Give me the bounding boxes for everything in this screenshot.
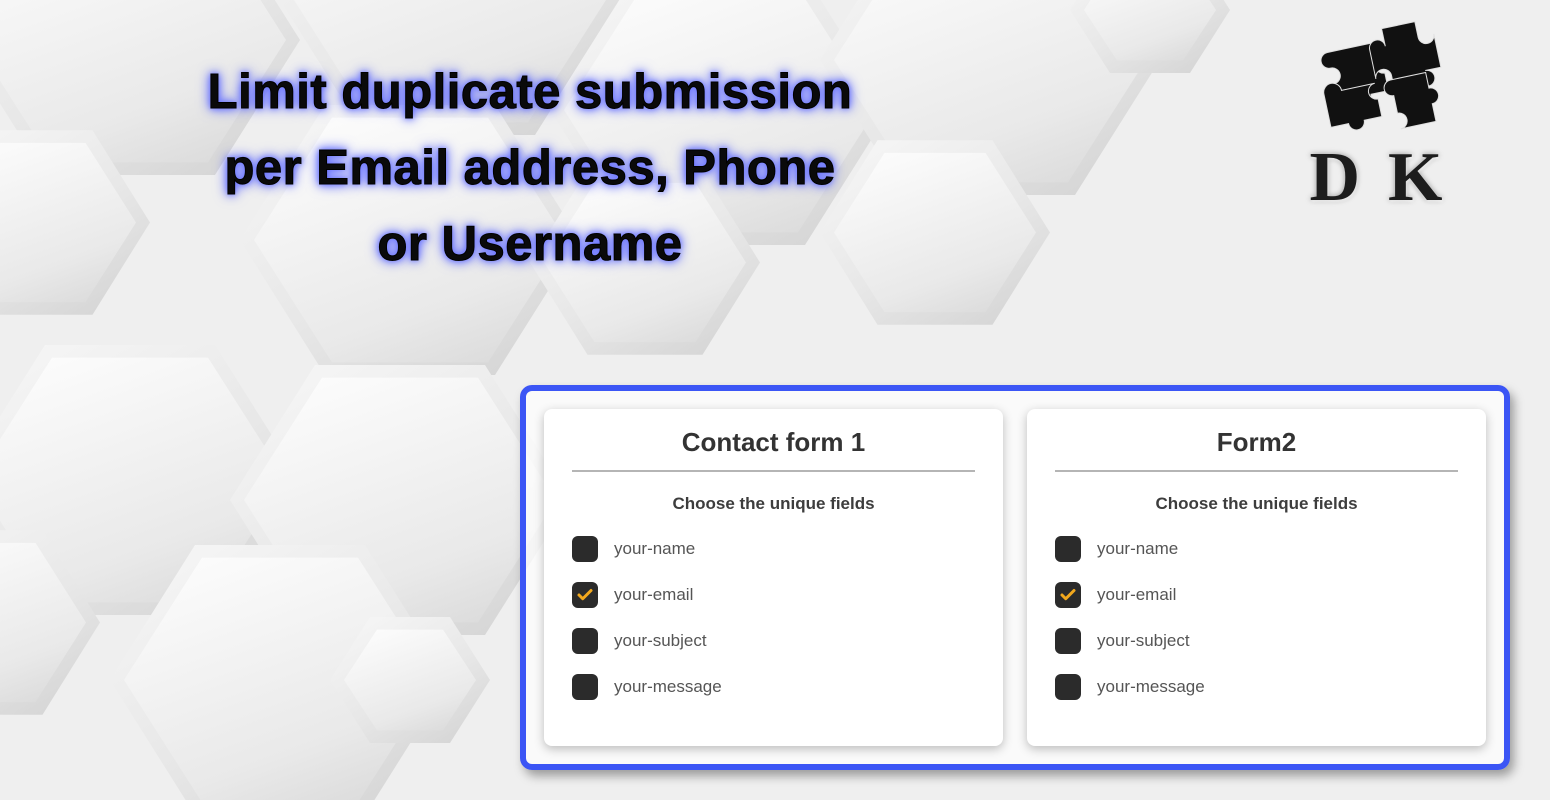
field-your-email: your-email <box>1055 582 1458 608</box>
checkbox-your-subject[interactable] <box>572 628 598 654</box>
field-label: your-email <box>1097 585 1176 605</box>
checkbox-your-subject[interactable] <box>1055 628 1081 654</box>
page-title: Limit duplicate submission per Email add… <box>50 55 1010 283</box>
checkbox-your-email[interactable] <box>1055 582 1081 608</box>
field-label: your-name <box>1097 539 1178 559</box>
checkbox-your-message[interactable] <box>572 674 598 700</box>
form-card-title: Contact form 1 <box>572 427 975 472</box>
checkbox-your-message[interactable] <box>1055 674 1081 700</box>
dk-logo-text: DK <box>1265 138 1515 218</box>
field-label: your-name <box>614 539 695 559</box>
field-label: your-message <box>1097 677 1205 697</box>
checkbox-your-email[interactable] <box>572 582 598 608</box>
field-label: your-subject <box>1097 631 1190 651</box>
form-card-subtitle: Choose the unique fields <box>572 494 975 514</box>
field-your-message: your-message <box>1055 674 1458 700</box>
field-label: your-subject <box>614 631 707 651</box>
forms-panel: Contact form 1 Choose the unique fields … <box>520 385 1510 770</box>
form-card-subtitle: Choose the unique fields <box>1055 494 1458 514</box>
field-your-message: your-message <box>572 674 975 700</box>
form-card-2: Form2 Choose the unique fields your-name… <box>1027 409 1486 746</box>
field-your-subject: your-subject <box>572 628 975 654</box>
checkbox-your-name[interactable] <box>1055 536 1081 562</box>
field-your-name: your-name <box>1055 536 1458 562</box>
form-card-1: Contact form 1 Choose the unique fields … <box>544 409 1003 746</box>
field-your-email: your-email <box>572 582 975 608</box>
field-your-name: your-name <box>572 536 975 562</box>
field-label: your-message <box>614 677 722 697</box>
checkbox-your-name[interactable] <box>572 536 598 562</box>
dk-logo: DK <box>1265 18 1515 218</box>
field-label: your-email <box>614 585 693 605</box>
field-your-subject: your-subject <box>1055 628 1458 654</box>
form-card-title: Form2 <box>1055 427 1458 472</box>
